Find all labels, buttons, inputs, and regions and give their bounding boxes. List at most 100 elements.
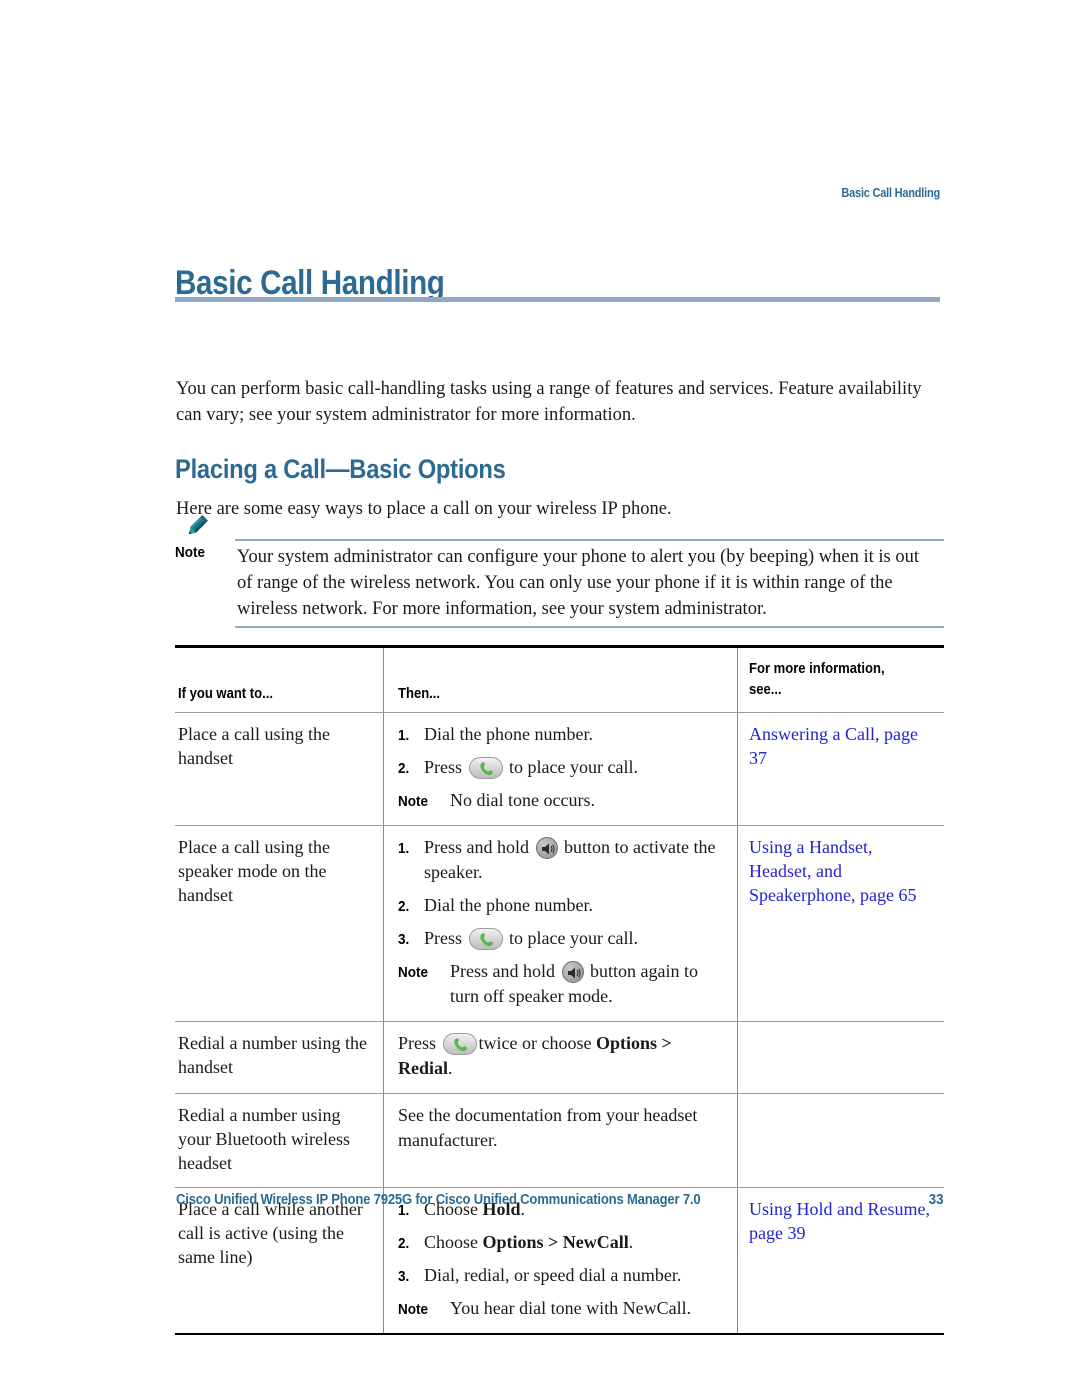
crossref-link[interactable]: Answering a Call, page 37	[749, 724, 918, 768]
section-heading: Placing a Call—Basic Options	[175, 454, 506, 485]
step-note-label: Note	[398, 792, 429, 810]
table-row: Place a call using the handset 1. Dial t…	[175, 712, 944, 826]
table-header-row: If you want to... Then... For more infor…	[175, 647, 944, 713]
step-text-pre: Dial the phone number.	[424, 894, 593, 915]
document-page: Basic Call Handling Basic Call Handling …	[0, 0, 1080, 1397]
step-number: 1.	[398, 839, 410, 857]
step-note-text: No dial tone occurs.	[450, 789, 595, 810]
answer-call-icon	[468, 756, 503, 779]
step-text-pre: Dial, redial, or speed dial a number.	[424, 1264, 682, 1285]
step-text-pre: Press	[424, 756, 463, 777]
answer-call-icon	[442, 1032, 477, 1055]
step-item: 2. Choose Options > NewCall.	[398, 1230, 727, 1255]
step-item: 1. Press and hold button to activate the…	[398, 835, 727, 885]
step-text-pre: Choose	[424, 1231, 483, 1252]
step-item: 3. Press to place your call.	[398, 926, 727, 951]
speaker-icon	[561, 960, 584, 983]
table-cell-steps: See the documentation from your headset …	[383, 1093, 737, 1187]
step-item: 3. Dial, redial, or speed dial a number.	[398, 1263, 727, 1288]
intro-paragraph: You can perform basic call-handling task…	[176, 378, 922, 426]
table-cell-task: Place a call using the speaker mode on t…	[175, 826, 383, 1021]
note-text: Your system administrator can configure …	[237, 547, 919, 619]
step-text-pre: Dial the phone number.	[424, 723, 593, 744]
step-number: 2.	[398, 759, 410, 777]
step-text-post: to place your call.	[509, 927, 638, 948]
step-text-post: .	[628, 1231, 634, 1252]
table-cell-task: Redial a number using your Bluetooth wir…	[175, 1094, 383, 1187]
table-cell-steps: 1. Press and hold button to activate the…	[383, 825, 737, 1021]
step-note-label: Note	[398, 963, 429, 981]
step-item: 1. Dial the phone number.	[398, 722, 727, 747]
step-text: Press to place your call.	[424, 755, 727, 780]
step-item: 2. Press to place your call.	[398, 755, 727, 780]
title-divider	[175, 297, 940, 302]
crossref-link[interactable]: Using a Handset, Headset, and Speakerpho…	[749, 837, 916, 905]
running-header: Basic Call Handling	[841, 186, 940, 200]
note-bottom-rule	[235, 626, 944, 628]
task-description: Redial a number using your Bluetooth wir…	[178, 1104, 350, 1173]
table-cell-crossref: Answering a Call, page 37	[737, 712, 944, 825]
task-description: Place a call using the handset	[178, 723, 330, 768]
pencil-icon	[184, 513, 210, 539]
step-text-pre: Press and hold	[424, 836, 529, 857]
instruction-text: Press twice or choose Options > Redial.	[398, 1031, 727, 1081]
table-cell-steps: Press twice or choose Options > Redial.	[383, 1021, 737, 1093]
table-cell-crossref	[737, 1093, 944, 1187]
footer-page-number: 33	[928, 1191, 944, 1208]
answer-call-icon	[468, 927, 503, 950]
table-cell-task: Redial a number using the handset	[175, 1022, 383, 1093]
step-note: Note You hear dial tone with NewCall.	[398, 1296, 727, 1321]
header-label-moreinfo-line2: see...	[749, 681, 782, 698]
step-text-post: to place your call.	[509, 756, 638, 777]
step-text: Dial the phone number.	[424, 893, 727, 918]
instruction-post: .	[448, 1057, 453, 1078]
table-cell-steps: 1. Dial the phone number. 2. Press to pl…	[383, 712, 737, 825]
table-cell-task: Place a call while another call is activ…	[175, 1188, 383, 1333]
table-cell-steps: 1. Choose Hold. 2. Choose Options > NewC…	[383, 1187, 737, 1333]
header-label-task: If you want to...	[178, 685, 273, 702]
table-cell-crossref	[737, 1021, 944, 1093]
section-lead-paragraph: Here are some easy ways to place a call …	[176, 498, 672, 519]
task-description: Redial a number using the handset	[178, 1032, 367, 1077]
table-cell-crossref: Using Hold and Resume, page 39	[737, 1187, 944, 1333]
step-text-pre: Press	[424, 927, 463, 948]
speaker-icon	[535, 836, 558, 859]
step-text: Dial, redial, or speed dial a number.	[424, 1263, 727, 1288]
step-number: 3.	[398, 930, 410, 948]
note-top-rule	[235, 539, 944, 541]
table-cell-crossref: Using a Handset, Headset, and Speakerpho…	[737, 825, 944, 1021]
footer-document-title: Cisco Unified Wireless IP Phone 7925G fo…	[176, 1192, 701, 1208]
table-row: Place a call using the speaker mode on t…	[175, 825, 944, 1022]
step-note-label: Note	[398, 1300, 429, 1318]
step-note-text: You hear dial tone with NewCall.	[450, 1297, 692, 1318]
step-item: 2. Dial the phone number.	[398, 893, 727, 918]
step-text: Dial the phone number.	[424, 722, 727, 747]
note-label: Note	[175, 544, 206, 561]
step-text: Press and hold button to activate the sp…	[424, 835, 727, 885]
step-note: Note No dial tone occurs.	[398, 788, 727, 813]
task-description: Place a call using the speaker mode on t…	[178, 836, 330, 905]
step-number: 3.	[398, 1267, 410, 1285]
page-footer: Cisco Unified Wireless IP Phone 7925G fo…	[176, 1191, 944, 1208]
table-header-cell-then: Then...	[383, 647, 737, 712]
table-header-cell-task: If you want to...	[175, 648, 383, 712]
step-text: Choose Options > NewCall.	[424, 1230, 727, 1255]
instruction-mid: twice or choose	[478, 1032, 596, 1053]
procedure-table: If you want to... Then... For more infor…	[175, 645, 944, 1335]
step-note: Note Press and hold button again to turn…	[398, 959, 727, 1009]
step-number: 1.	[398, 726, 410, 744]
table-row: Redial a number using the handset Press …	[175, 1021, 944, 1094]
step-note-text-pre: Press and hold	[450, 960, 555, 981]
table-cell-task: Place a call using the handset	[175, 713, 383, 825]
step-text: Press to place your call.	[424, 926, 727, 951]
step-note-text: Press and hold button again to turn off …	[450, 959, 727, 1009]
table-bottom-border	[175, 1332, 944, 1335]
step-number: 2.	[398, 897, 410, 915]
header-label-moreinfo-line1: For more information,	[749, 660, 885, 677]
step-text-bold: Options > NewCall	[482, 1231, 629, 1252]
instruction-pre: Press	[398, 1032, 437, 1053]
table-row: Place a call while another call is activ…	[175, 1187, 944, 1333]
table-row: Redial a number using your Bluetooth wir…	[175, 1093, 944, 1188]
step-number: 2.	[398, 1234, 410, 1252]
header-label-then: Then...	[398, 685, 441, 702]
